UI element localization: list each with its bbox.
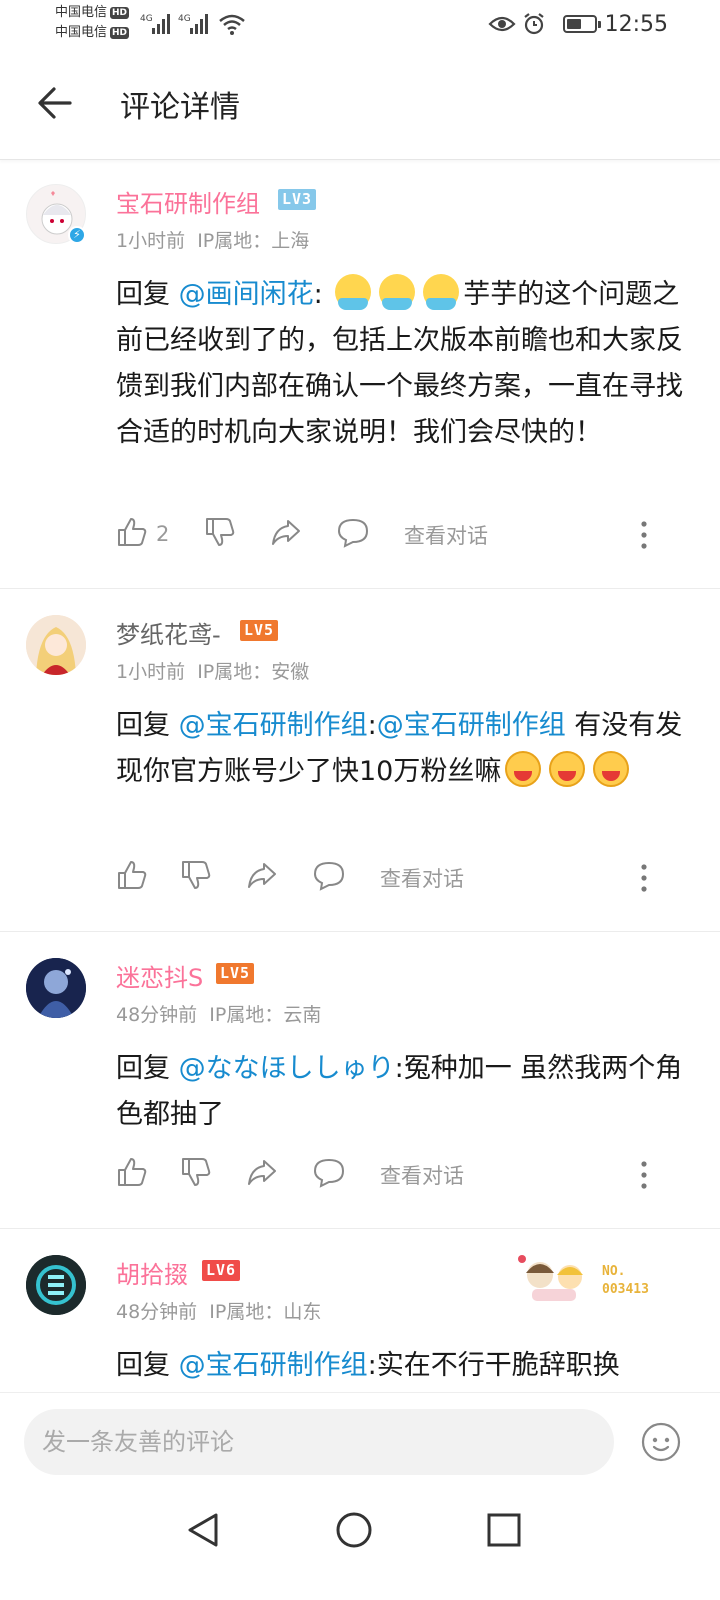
signal-icon-2: 4G [178, 14, 208, 34]
page-title: 评论详情 [120, 90, 240, 125]
comment-bubble-icon[interactable] [336, 516, 370, 548]
arrow-left-icon[interactable] [36, 84, 74, 122]
comment-text: 回复 @画间闲花: 芋芋的这个问题之前已经收到了的，包括上次版本前瞻也和大家反馈… [116, 272, 694, 456]
battery-icon [563, 15, 601, 33]
level-badge: LV5 [240, 620, 279, 641]
hug-emoji-icon [335, 274, 372, 310]
nav-back-icon[interactable] [184, 1510, 224, 1550]
comment-meta: 48分钟前 IP属地：山东 [116, 1301, 322, 1323]
comment-item: 梦纸花鸢- LV5 1小时前 IP属地：安徽 回复 @宝石研制作组:@宝石研制作… [0, 591, 720, 931]
thumbs-up-icon[interactable] [116, 516, 148, 548]
thumbs-up-icon[interactable] [116, 1156, 148, 1188]
hug-emoji-icon [379, 274, 416, 310]
level-badge: LV6 [202, 1260, 241, 1281]
thumbs-up-icon[interactable] [116, 859, 148, 891]
avatar[interactable] [26, 615, 86, 675]
nav-home-icon[interactable] [334, 1510, 374, 1550]
drooling-emoji-icon [593, 751, 630, 787]
carrier-1: 中国电信 HD [55, 5, 130, 20]
divider [0, 1228, 720, 1229]
username[interactable]: 梦纸花鸢- [116, 615, 221, 650]
hug-emoji-icon [423, 274, 460, 310]
mention-link[interactable]: @ななほししゅり [179, 1053, 395, 1084]
comment-item: 胡拾掇 LV6 48分钟前 IP属地：山东 NO. 003413 回复 @宝石研制… [0, 1231, 720, 1392]
wifi-icon [219, 14, 245, 35]
comment-text: 回复 @宝石研制作组:@宝石研制作组 有没有发现你官方账号少了快10万粉丝嘛 [116, 710, 683, 787]
level-badge: LV5 [216, 963, 255, 984]
comment-meta: 48分钟前 IP属地：云南 [116, 1004, 322, 1026]
like-count: 2 [156, 522, 170, 546]
more-vertical-icon[interactable] [640, 1160, 648, 1190]
avatar[interactable] [26, 1255, 86, 1315]
comment-input[interactable]: 发一条友善的评论 [24, 1409, 614, 1475]
comment-actions: 2 查看对话 [116, 516, 676, 552]
fan-badge-characters-icon [518, 1255, 583, 1301]
view-conversation-link[interactable]: 查看对话 [380, 863, 464, 893]
svg-text:4G: 4G [178, 14, 191, 24]
avatar[interactable] [26, 958, 86, 1018]
share-icon[interactable] [246, 859, 278, 891]
status-bar: 中国电信 HD 中国电信 HD 4G 4G 12:55 [0, 0, 720, 52]
clock: 12:55 [604, 12, 668, 37]
mention-link[interactable]: @画间闲花 [179, 279, 314, 310]
comment-item: 迷恋抖S LV5 48分钟前 IP属地：云南 回复 @ななほししゅり:冤种加一 … [0, 934, 720, 1228]
alarm-icon [524, 13, 544, 35]
username[interactable]: 迷恋抖S [116, 958, 203, 993]
comment-meta: 1小时前 IP属地：上海 [116, 230, 310, 252]
comment-meta: 1小时前 IP属地：安徽 [116, 661, 310, 683]
carrier-2: 中国电信 HD [55, 25, 130, 40]
username[interactable]: 宝石研制作组 [116, 184, 260, 219]
svg-text:4G: 4G [140, 14, 153, 24]
thumbs-down-icon[interactable] [180, 1156, 212, 1188]
username[interactable]: 胡拾掇 [116, 1255, 188, 1290]
comment-text: 回复 @ななほししゅり:冤种加一 虽然我两个角色都抽了 [116, 1053, 683, 1130]
share-icon[interactable] [246, 1156, 278, 1188]
comment-text: 回复 @宝石研制作组:实在不行干脆辞职换 [116, 1350, 620, 1381]
comment-actions: 查看对话 [116, 1156, 676, 1192]
eye-icon [488, 16, 516, 32]
fan-badge[interactable]: NO. 003413 [510, 1247, 660, 1313]
more-vertical-icon[interactable] [640, 863, 648, 893]
comment-actions: 查看对话 [116, 859, 676, 895]
mention-link[interactable]: @宝石研制作组 [179, 1350, 368, 1381]
view-conversation-link[interactable]: 查看对话 [380, 1160, 464, 1190]
level-badge: LV3 [278, 189, 317, 210]
system-nav-bar [0, 1496, 720, 1600]
verified-badge-icon: ⚡ [68, 226, 86, 244]
drooling-emoji-icon [549, 751, 586, 787]
divider [0, 931, 720, 932]
thumbs-down-icon[interactable] [180, 859, 212, 891]
comment-bubble-icon[interactable] [312, 859, 346, 891]
signal-icon: 4G [140, 14, 170, 34]
share-icon[interactable] [270, 516, 302, 548]
divider [0, 588, 720, 589]
emoji-face-icon[interactable] [640, 1421, 682, 1463]
nav-recents-icon[interactable] [484, 1510, 524, 1550]
comment-input-bar: 发一条友善的评论 [0, 1392, 720, 1497]
comment-bubble-icon[interactable] [312, 1156, 346, 1188]
app-header: 评论详情 [0, 52, 720, 160]
fan-badge-number: NO. 003413 [602, 1264, 649, 1297]
view-conversation-link[interactable]: 查看对话 [404, 520, 488, 550]
thumbs-down-icon[interactable] [204, 516, 236, 548]
more-vertical-icon[interactable] [640, 520, 648, 550]
mention-link[interactable]: @宝石研制作组 [179, 710, 368, 741]
comment-item: ⚡ 宝石研制作组 LV3 1小时前 IP属地：上海 回复 @画间闲花: 芋芋的这… [0, 160, 720, 588]
mention-link-2[interactable]: @宝石研制作组 [377, 710, 566, 741]
drooling-emoji-icon [505, 751, 542, 787]
